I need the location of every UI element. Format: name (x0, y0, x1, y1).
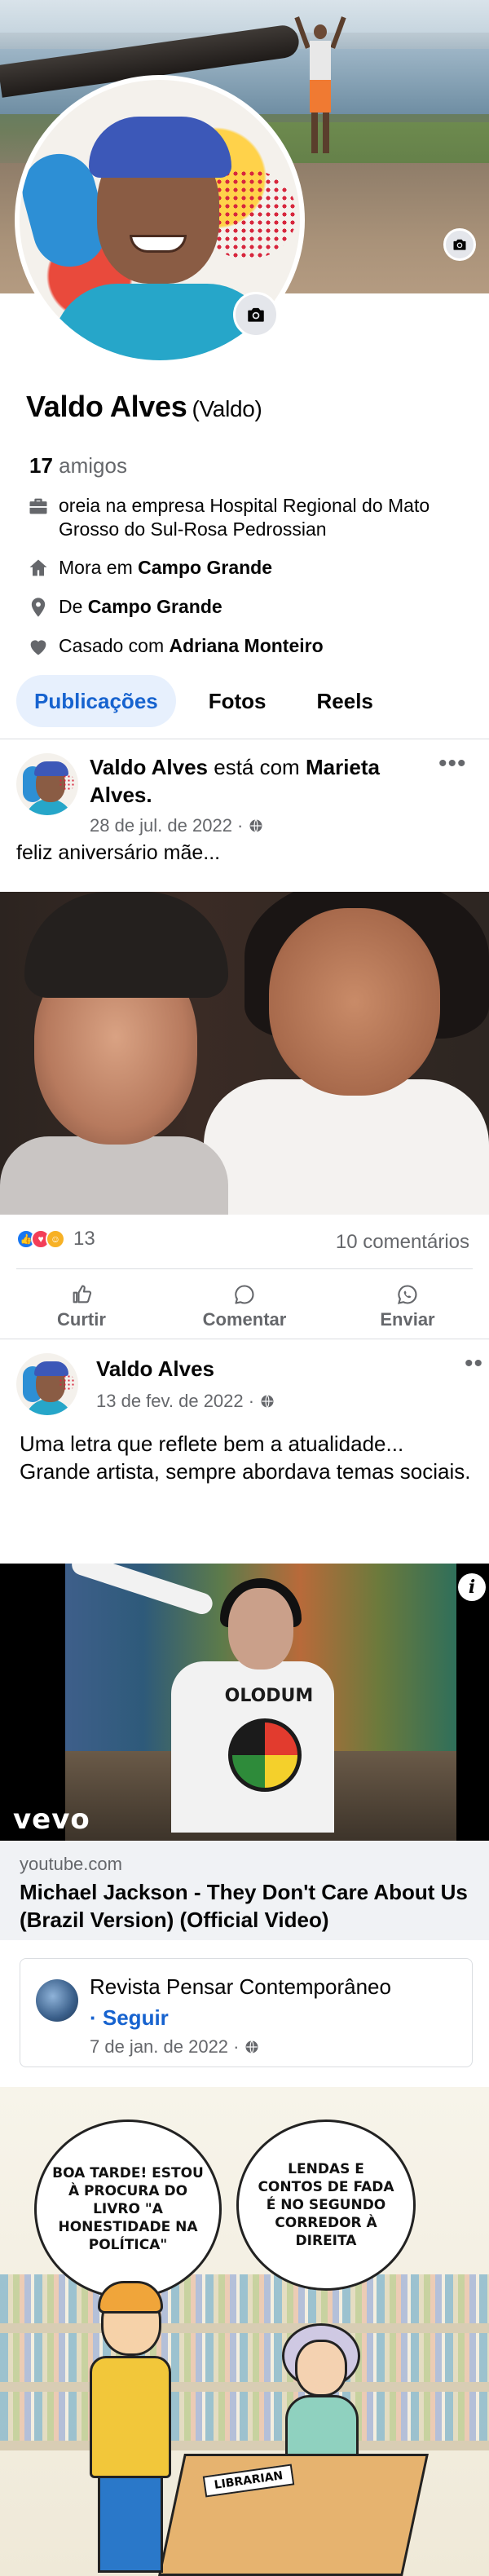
whatsapp-icon (398, 1285, 417, 1304)
edit-cover-camera-button[interactable] (443, 228, 476, 261)
post1-divider (16, 1268, 473, 1269)
post2-date[interactable]: 13 de fev. de 2022 · (96, 1391, 254, 1412)
shared-meta: 7 de jan. de 2022 · (90, 2036, 260, 2058)
globe-icon (245, 2040, 258, 2053)
location-pin-icon (26, 595, 51, 620)
post2-text: Uma letra que reflete bem a atualidade..… (20, 1431, 471, 1484)
post1-connector: está com (214, 755, 300, 779)
profile-nickname: (Valdo) (192, 396, 262, 421)
cartoon-bubble-right: LENDAS E CONTOS DE FADA É NO SEGUNDO COR… (236, 2119, 416, 2291)
share-button[interactable]: Enviar (326, 1283, 489, 1330)
like-button[interactable]: Curtir (0, 1283, 163, 1330)
shared-cartoon-image[interactable]: BOA TARDE! ESTOU À PROCURA DO LIVRO "A H… (0, 2087, 489, 2576)
post1-author-avatar[interactable] (16, 753, 78, 815)
post1-meta: 28 de jul. de 2022 · (90, 815, 264, 836)
cover-person (294, 16, 346, 155)
like-label: Curtir (57, 1309, 106, 1330)
comment-label: Comentar (202, 1309, 287, 1330)
post1-reactions[interactable]: 👍 ♥ ☺ 13 (16, 1228, 95, 1251)
friends-count[interactable]: 17 amigos (29, 453, 127, 479)
friends-number: 17 (29, 453, 53, 478)
peace-symbol (228, 1718, 302, 1792)
post2-video[interactable]: OLODUM (0, 1564, 489, 1841)
post1-reaction-count: 13 (73, 1228, 95, 1250)
tab-reels[interactable]: Reels (299, 675, 391, 727)
info-relationship-partner[interactable]: Adriana Monteiro (170, 635, 324, 656)
profile-tabs: Publicações Fotos Reels (16, 675, 391, 727)
info-work-text: oreia na empresa Hospital Regional do Ma… (59, 495, 430, 540)
post1-text: feliz aniversário mãe... (16, 841, 221, 864)
post2-meta: 13 de fev. de 2022 · (96, 1391, 275, 1412)
info-lives: Mora em Campo Grande (26, 556, 272, 580)
post1-header: Valdo Alves está com Marieta Alves. (90, 753, 432, 809)
shared-page-avatar[interactable] (36, 1979, 78, 2022)
post1-date[interactable]: 28 de jul. de 2022 · (90, 815, 243, 836)
post2-author-avatar[interactable] (16, 1353, 78, 1415)
shared-page-name[interactable]: Revista Pensar Contemporâneo (90, 1973, 391, 2000)
camera-icon (453, 239, 466, 250)
post1-author[interactable]: Valdo Alves (90, 755, 208, 779)
post1-more-options-button[interactable]: ••• (438, 750, 467, 778)
follow-button[interactable]: · Seguir (90, 2004, 169, 2031)
info-from-city[interactable]: Campo Grande (88, 596, 222, 617)
post2-header: Valdo Alves (96, 1355, 214, 1383)
post2-more-options-button[interactable]: •• (465, 1350, 483, 1378)
info-relationship: Casado com Adriana Monteiro (26, 634, 324, 659)
info-icon[interactable]: i (458, 1573, 486, 1601)
profile-name-text: Valdo Alves (26, 390, 187, 423)
care-reaction-icon: ☺ (46, 1229, 65, 1249)
post1-actions: Curtir Comentar Enviar (0, 1283, 489, 1330)
video-shirt-text: OLODUM (224, 1686, 314, 1706)
info-lives-prefix: Mora em (59, 557, 133, 578)
briefcase-icon (26, 494, 51, 518)
heart-icon (26, 634, 51, 659)
info-from: De Campo Grande (26, 595, 222, 620)
share-label: Enviar (380, 1309, 435, 1330)
info-work: oreia na empresa Hospital Regional do Ma… (26, 494, 489, 541)
link-title[interactable]: Michael Jackson - They Don't Care About … (20, 1878, 484, 1934)
info-lives-city[interactable]: Campo Grande (138, 557, 272, 578)
thumbs-up-icon (73, 1285, 92, 1303)
shared-date[interactable]: 7 de jan. de 2022 · (90, 2036, 239, 2058)
info-relationship-prefix: Casado com (59, 635, 165, 656)
post1-comment-count[interactable]: 10 comentários (336, 1231, 469, 1254)
post1-photo[interactable] (0, 892, 489, 1215)
info-from-prefix: De (59, 596, 83, 617)
friends-label: amigos (59, 453, 127, 478)
cartoon-bubble-left: BOA TARDE! ESTOU À PROCURA DO LIVRO "A H… (34, 2119, 222, 2299)
comment-button[interactable]: Comentar (163, 1283, 326, 1330)
globe-icon (249, 819, 262, 832)
camera-icon (248, 307, 264, 322)
profile-name: Valdo Alves (Valdo) (26, 390, 262, 424)
globe-icon (261, 1395, 274, 1408)
edit-profile-picture-camera-button[interactable] (233, 292, 279, 337)
tab-fotos[interactable]: Fotos (191, 675, 284, 727)
tab-publicacoes[interactable]: Publicações (16, 675, 176, 727)
post2-author[interactable]: Valdo Alves (96, 1356, 214, 1381)
link-domain: youtube.com (20, 1854, 122, 1874)
vevo-logo: vevo (13, 1803, 90, 1836)
home-icon (26, 556, 51, 580)
comment-bubble-icon (235, 1285, 254, 1304)
